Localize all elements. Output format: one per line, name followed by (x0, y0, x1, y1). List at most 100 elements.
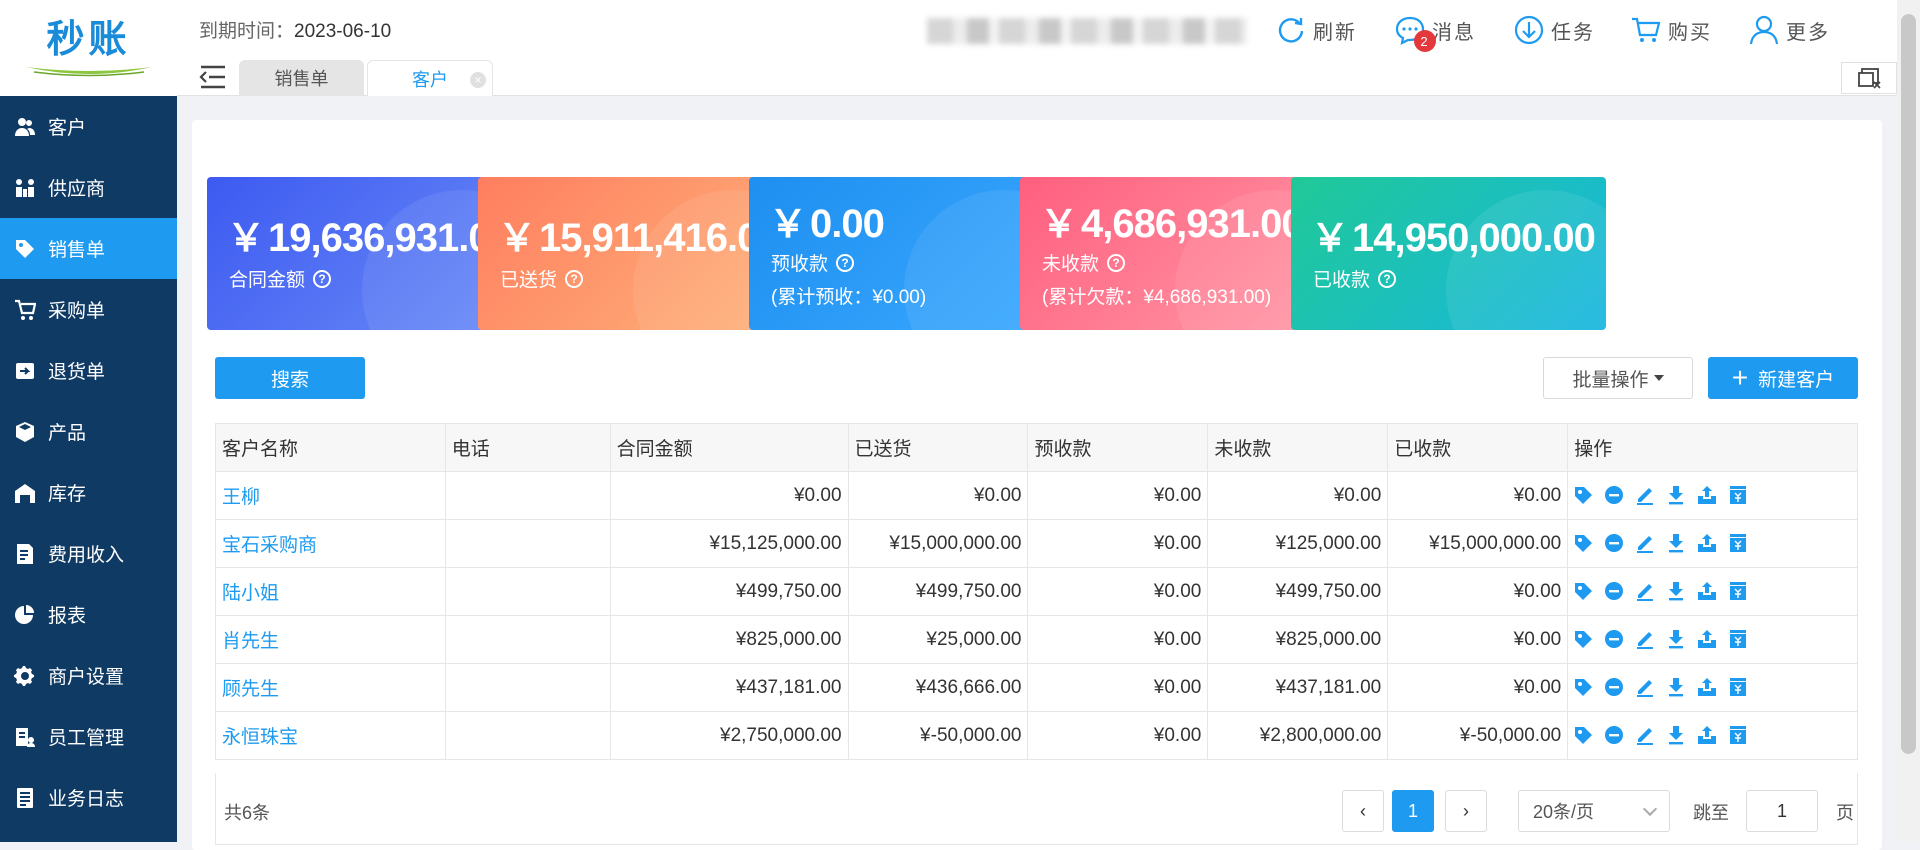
bill-icon[interactable] (1727, 676, 1749, 698)
stat-label: 预收款? (771, 249, 855, 276)
minus-circle-icon[interactable] (1603, 628, 1625, 650)
sidebar-item-2[interactable]: 销售单 (0, 218, 177, 279)
tag-icon[interactable] (1572, 676, 1594, 698)
sidebar-item-8[interactable]: 报表 (0, 584, 177, 645)
currency-symbol: ￥ (227, 218, 265, 260)
new-customer-button[interactable]: + 新建客户 (1708, 357, 1858, 399)
customer-name-link[interactable]: 顾先生 (215, 663, 446, 712)
total-number: 6 (242, 803, 253, 823)
close-all-tabs-button[interactable] (1841, 62, 1897, 94)
minus-circle-icon[interactable] (1603, 724, 1625, 746)
sidebar-item-7[interactable]: 费用收入 (0, 523, 177, 584)
upload-tray-icon[interactable] (1696, 628, 1718, 650)
customer-name-link[interactable]: 宝石采购商 (215, 519, 446, 568)
logo[interactable]: 秒账 (0, 0, 177, 96)
chevron-down-icon (1642, 801, 1658, 817)
sidebar-item-9[interactable]: 商户设置 (0, 645, 177, 706)
minus-circle-icon[interactable] (1603, 532, 1625, 554)
sidebar-item-11[interactable]: 业务日志 (0, 767, 177, 828)
help-icon[interactable]: ? (313, 269, 332, 288)
stat-amount: ￥ 4,686,931.00 (1040, 193, 1304, 248)
sidebar-item-0[interactable]: 客户 (0, 96, 177, 157)
table-row[interactable]: 肖先生 ¥825,000.00 ¥25,000.00 ¥0.00 ¥825,000.00… (215, 615, 1858, 664)
help-icon[interactable]: ? (1107, 253, 1126, 272)
sidebar-item-1[interactable]: 供应商 (0, 157, 177, 218)
download-icon[interactable] (1665, 628, 1687, 650)
upload-tray-icon[interactable] (1696, 484, 1718, 506)
sidebar-item-6[interactable]: 库存 (0, 462, 177, 523)
help-icon[interactable]: ? (836, 253, 855, 272)
customer-name-link[interactable]: 王柳 (215, 471, 446, 520)
edit-icon[interactable] (1634, 532, 1656, 554)
minus-circle-icon[interactable] (1603, 580, 1625, 602)
edit-icon[interactable] (1634, 724, 1656, 746)
download-icon[interactable] (1665, 532, 1687, 554)
batch-operation-button[interactable]: 批量操作 (1543, 357, 1693, 399)
customer-name-link[interactable]: 永恒珠宝 (215, 711, 446, 760)
page-scrollbar[interactable] (1897, 0, 1920, 842)
upload-tray-icon[interactable] (1696, 676, 1718, 698)
bill-icon[interactable] (1727, 580, 1749, 602)
tag-icon[interactable] (1572, 484, 1594, 506)
task-button[interactable]: 任务 (1513, 14, 1595, 46)
tab-customer[interactable]: 客户 × (367, 60, 493, 96)
prev-page-button[interactable]: ‹ (1342, 790, 1384, 832)
column-header: 预收款 (1027, 423, 1209, 472)
tag-icon[interactable] (1572, 628, 1594, 650)
table-row[interactable]: 王柳 ¥0.00 ¥0.00 ¥0.00 ¥0.00 ¥0.00 (215, 471, 1858, 520)
download-icon[interactable] (1665, 724, 1687, 746)
bill-icon[interactable] (1727, 628, 1749, 650)
upload-tray-icon[interactable] (1696, 532, 1718, 554)
scrollbar-thumb[interactable] (1901, 14, 1916, 754)
table-row[interactable]: 永恒珠宝 ¥2,750,000.00 ¥-50,000.00 ¥0.00 ¥2,800,… (215, 711, 1858, 760)
sidebar-item-label: 库存 (48, 484, 87, 505)
bill-icon[interactable] (1727, 532, 1749, 554)
sidebar-item-5[interactable]: 产品 (0, 401, 177, 462)
upload-tray-icon[interactable] (1696, 724, 1718, 746)
edit-icon[interactable] (1634, 580, 1656, 602)
prepaid-cell: ¥0.00 (1027, 711, 1209, 760)
more-button[interactable]: 更多 (1748, 14, 1830, 46)
sidebar-item-3[interactable]: 采购单 (0, 279, 177, 340)
page-number-current[interactable]: 1 (1392, 790, 1434, 832)
received-cell: ¥-50,000.00 (1387, 711, 1569, 760)
delivered-cell: ¥-50,000.00 (847, 711, 1029, 760)
buy-button[interactable]: 购买 (1630, 14, 1712, 46)
edit-icon[interactable] (1634, 484, 1656, 506)
bill-icon[interactable] (1727, 484, 1749, 506)
tag-icon[interactable] (1572, 724, 1594, 746)
prepaid-cell: ¥0.00 (1027, 471, 1209, 520)
edit-icon[interactable] (1634, 676, 1656, 698)
customer-name-link[interactable]: 陆小姐 (215, 567, 446, 616)
expire-date: 2023-06-10 (294, 21, 392, 42)
sidebar-item-4[interactable]: 退货单 (0, 340, 177, 401)
contract-cell: ¥437,181.00 (609, 663, 849, 712)
main-panel: ￥ 19,636,931.00 合同金额? ￥ 15,911,416.00 已送货? ￥ 0.… (192, 120, 1882, 850)
table-row[interactable]: 顾先生 ¥437,181.00 ¥436,666.00 ¥0.00 ¥437,181.0… (215, 663, 1858, 712)
upload-tray-icon[interactable] (1696, 580, 1718, 602)
next-page-button[interactable]: › (1445, 790, 1487, 832)
edit-icon[interactable] (1634, 628, 1656, 650)
tag-icon[interactable] (1572, 580, 1594, 602)
close-icon[interactable]: × (470, 72, 486, 88)
collapse-menu-icon[interactable] (199, 64, 227, 90)
sidebar-item-10[interactable]: 员工管理 (0, 706, 177, 767)
table-row[interactable]: 宝石采购商 ¥15,125,000.00 ¥15,000,000.00 ¥0.00 ¥1… (215, 519, 1858, 568)
tag-icon[interactable] (1572, 532, 1594, 554)
help-icon[interactable]: ? (565, 269, 584, 288)
minus-circle-icon[interactable] (1603, 484, 1625, 506)
page-size-select[interactable]: 20条/页 (1518, 790, 1670, 832)
customer-name-link[interactable]: 肖先生 (215, 615, 446, 664)
help-icon[interactable]: ? (1378, 269, 1397, 288)
tab-sales-order[interactable]: 销售单 (239, 60, 364, 96)
jump-page-input[interactable]: 1 (1746, 790, 1818, 832)
download-icon[interactable] (1665, 484, 1687, 506)
bill-icon[interactable] (1727, 724, 1749, 746)
table-row[interactable]: 陆小姐 ¥499,750.00 ¥499,750.00 ¥0.00 ¥499,750.0… (215, 567, 1858, 616)
minus-circle-icon[interactable] (1603, 676, 1625, 698)
download-icon[interactable] (1665, 676, 1687, 698)
download-icon[interactable] (1665, 580, 1687, 602)
search-button[interactable]: 搜索 (215, 357, 365, 399)
refresh-button[interactable]: 刷新 (1275, 14, 1357, 46)
message-button[interactable]: 2 消息 (1394, 14, 1476, 52)
